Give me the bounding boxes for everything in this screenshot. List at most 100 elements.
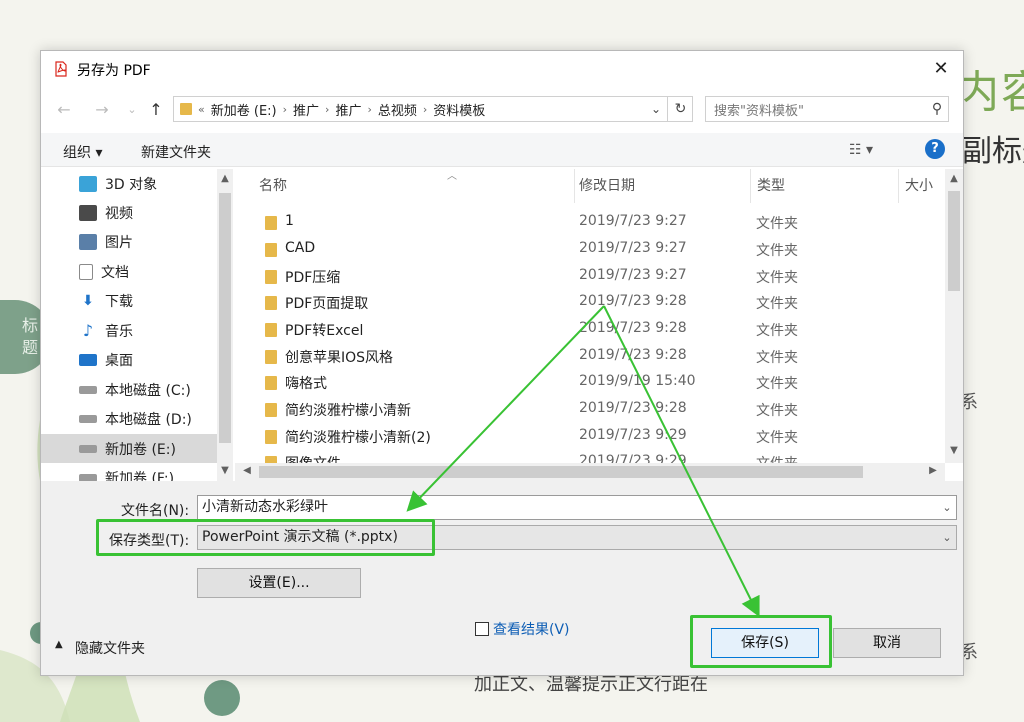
nav-item-pictures[interactable]: 图片: [41, 227, 217, 256]
background-label-char-2: 题: [21, 338, 38, 357]
file-date: 2019/7/23 9:28: [579, 293, 687, 309]
file-row[interactable]: 1 2019/7/23 9:27 文件夹: [235, 209, 945, 236]
nav-item-label: 本地磁盘 (D:): [105, 411, 192, 428]
nav-item-label: 3D 对象: [105, 176, 158, 193]
file-list-vertical-scroll-thumb[interactable]: [948, 191, 960, 291]
breadcrumb-separator[interactable]: ›: [423, 103, 427, 116]
file-name: 简约淡雅柠檬小清新(2): [285, 430, 431, 446]
view-result-checkbox[interactable]: [475, 622, 489, 636]
file-date: 2019/7/23 9:28: [579, 347, 687, 363]
filename-input[interactable]: 小清新动态水彩绿叶: [197, 495, 957, 520]
background-label-char-1: 标: [21, 316, 38, 335]
pdf-icon: [53, 61, 69, 77]
chevron-down-icon: ⌄: [127, 103, 137, 116]
nav-item-drive-f[interactable]: 新加卷 (F:): [41, 463, 217, 481]
refresh-button[interactable]: ↻: [667, 96, 693, 122]
file-name: PDF压缩: [285, 270, 341, 286]
file-name: 1: [285, 213, 294, 229]
nav-item-desktop[interactable]: 桌面: [41, 345, 217, 374]
background-dot: [204, 680, 240, 716]
view-options-button[interactable]: ☷ ▾: [849, 139, 889, 161]
drive-icon: [79, 444, 97, 453]
file-row[interactable]: 创意苹果IOS风格 2019/7/23 9:28 文件夹: [235, 343, 945, 370]
file-row[interactable]: PDF压缩 2019/7/23 9:27 文件夹: [235, 263, 945, 290]
cancel-button[interactable]: 取消: [833, 628, 941, 658]
nav-item-documents[interactable]: 文档: [41, 257, 217, 286]
image-icon: [79, 233, 97, 250]
hide-folders-button[interactable]: 隐藏文件夹: [75, 638, 145, 658]
new-folder-button[interactable]: 新建文件夹: [141, 142, 211, 162]
file-name: 简约淡雅柠檬小清新: [285, 403, 411, 419]
nav-item-label: 下载: [105, 293, 133, 310]
download-icon: ⬇: [82, 292, 94, 309]
search-input[interactable]: 搜索"资料模板" ⚲: [705, 96, 949, 122]
column-header-name[interactable]: 名称: [235, 169, 575, 203]
folder-icon: [265, 403, 277, 417]
view-list-icon: ☷ ▾: [849, 142, 874, 158]
nav-item-3d-objects[interactable]: 3D 对象: [41, 169, 217, 198]
chevron-up-icon[interactable]: ▲: [55, 639, 63, 650]
file-type: 文件夹: [756, 323, 798, 339]
refresh-icon: ↻: [674, 101, 687, 117]
breadcrumb-item[interactable]: 推广: [293, 100, 319, 119]
scroll-right-icon[interactable]: ▶: [925, 465, 941, 476]
breadcrumb-item[interactable]: 新加卷 (E:): [211, 100, 277, 119]
scroll-up-icon[interactable]: ▲: [217, 173, 233, 184]
breadcrumb-separator[interactable]: ›: [367, 103, 371, 116]
folder-icon: [265, 430, 277, 444]
file-row[interactable]: CAD 2019/7/23 9:27 文件夹: [235, 236, 945, 263]
nav-item-videos[interactable]: 视频: [41, 198, 217, 227]
dialog-title: 另存为 PDF: [77, 63, 151, 79]
organize-menu-button[interactable]: 组织 ▾: [63, 142, 102, 162]
column-header-date[interactable]: 修改日期: [575, 169, 751, 203]
breadcrumb-item[interactable]: 推广: [335, 100, 361, 119]
nav-item-drive-d[interactable]: 本地磁盘 (D:): [41, 404, 217, 433]
file-row[interactable]: PDF转Excel 2019/7/23 9:28 文件夹: [235, 316, 945, 343]
arrow-up-icon: ↑: [149, 100, 163, 119]
file-date: 2019/7/23 9:27: [579, 240, 687, 256]
file-type: 文件夹: [756, 376, 798, 392]
navigation-pane-scroll-thumb[interactable]: [219, 193, 231, 443]
folder-icon: [265, 216, 277, 230]
breadcrumb-separator[interactable]: ›: [325, 103, 329, 116]
help-button[interactable]: ?: [925, 139, 945, 159]
file-type: 文件夹: [756, 350, 798, 366]
background-subtitle-fragment: 副标题: [962, 134, 1024, 169]
close-button[interactable]: ✕: [927, 57, 955, 81]
nav-item-drive-e[interactable]: 新加卷 (E:): [41, 434, 217, 463]
scroll-down-icon[interactable]: ▼: [946, 445, 962, 456]
nav-item-downloads[interactable]: ⬇ 下载: [41, 286, 217, 315]
settings-button[interactable]: 设置(E)...: [197, 568, 361, 598]
file-list-horizontal-scroll-thumb[interactable]: [259, 466, 863, 478]
view-result-label[interactable]: 查看结果(V): [493, 619, 570, 639]
address-dropdown-button[interactable]: ⌄: [645, 96, 667, 122]
address-bar[interactable]: « 新加卷 (E:) › 推广 › 推广 › 总视频 › 资料模板: [173, 96, 693, 122]
search-icon[interactable]: ⚲: [926, 101, 948, 117]
recent-locations-button[interactable]: ⌄: [121, 99, 143, 121]
scroll-left-icon[interactable]: ◀: [239, 465, 255, 476]
sort-ascending-icon: ︿: [447, 171, 457, 182]
nav-item-label: 音乐: [105, 323, 133, 340]
save-as-dialog: 另存为 PDF ✕ ← → ⌄ ↑ « 新加卷 (E:) › 推广 › 推广 ›…: [40, 50, 964, 676]
filetype-dropdown-icon[interactable]: ⌄: [937, 525, 957, 550]
breadcrumb-item[interactable]: 总视频: [378, 100, 417, 119]
file-row[interactable]: 嗨格式 2019/9/19 15:40 文件夹: [235, 369, 945, 396]
file-row[interactable]: PDF页面提取 2019/7/23 9:28 文件夹: [235, 289, 945, 316]
file-row[interactable]: 简约淡雅柠檬小清新(2) 2019/7/23 9:29 文件夹: [235, 423, 945, 450]
back-button[interactable]: ←: [53, 99, 75, 121]
nav-item-drive-c[interactable]: 本地磁盘 (C:): [41, 375, 217, 404]
column-header-size[interactable]: 大小: [899, 169, 945, 203]
breadcrumb-item[interactable]: 资料模板: [433, 100, 485, 119]
scroll-down-icon[interactable]: ▼: [217, 465, 233, 476]
column-header-type[interactable]: 类型: [751, 169, 899, 203]
breadcrumb-overflow[interactable]: «: [198, 103, 205, 116]
up-button[interactable]: ↑: [145, 99, 167, 121]
filename-dropdown-icon[interactable]: ⌄: [937, 495, 957, 520]
scroll-up-icon[interactable]: ▲: [946, 173, 962, 184]
file-type: 文件夹: [756, 243, 798, 259]
nav-item-music[interactable]: ♪ 音乐: [41, 316, 217, 345]
breadcrumb-separator[interactable]: ›: [283, 103, 287, 116]
forward-button[interactable]: →: [91, 99, 113, 121]
file-row[interactable]: 简约淡雅柠檬小清新 2019/7/23 9:28 文件夹: [235, 396, 945, 423]
file-name: 嗨格式: [285, 376, 327, 392]
